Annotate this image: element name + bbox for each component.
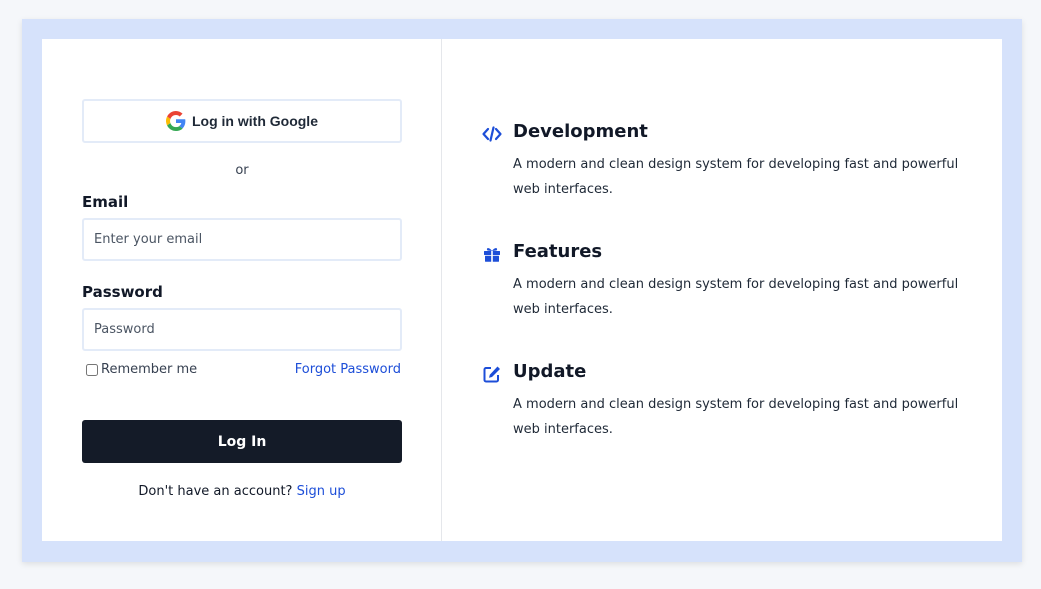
- signup-link[interactable]: Sign up: [297, 484, 346, 499]
- feature-description: A modern and clean design system for dev…: [513, 397, 959, 437]
- signup-prompt: Don't have an account?: [138, 484, 293, 499]
- forgot-password-link[interactable]: Forgot Password: [295, 362, 401, 377]
- remember-me-checkbox[interactable]: [86, 363, 98, 376]
- login-button[interactable]: Log In: [82, 420, 402, 463]
- login-panel: Log in with Google or Email Password Rem…: [42, 39, 442, 541]
- signup-line: Don't have an account? Sign up: [82, 484, 402, 499]
- email-label: Email: [82, 193, 129, 211]
- edit-icon: [483, 366, 500, 383]
- google-icon: [166, 111, 186, 131]
- or-divider-text: or: [235, 163, 249, 178]
- feature-description: A modern and clean design system for dev…: [513, 157, 959, 197]
- page-frame: Log in with Google or Email Password Rem…: [22, 19, 1022, 562]
- password-label: Password: [82, 283, 163, 301]
- feature-description: A modern and clean design system for dev…: [513, 277, 959, 317]
- remember-me-label: Remember me: [101, 362, 198, 377]
- feature-title: Features: [513, 241, 603, 262]
- features-panel: Development A modern and clean design sy…: [442, 39, 1002, 541]
- login-card: Log in with Google or Email Password Rem…: [42, 39, 1002, 541]
- remember-me-row: Remember me: [86, 362, 197, 377]
- google-login-button[interactable]: Log in with Google: [82, 99, 402, 143]
- feature-title: Development: [513, 121, 648, 142]
- gift-icon: [484, 248, 500, 262]
- google-login-label: Log in with Google: [192, 113, 318, 129]
- password-input[interactable]: [82, 308, 402, 351]
- feature-title: Update: [513, 361, 587, 382]
- code-icon: [482, 126, 502, 142]
- email-input[interactable]: [82, 218, 402, 261]
